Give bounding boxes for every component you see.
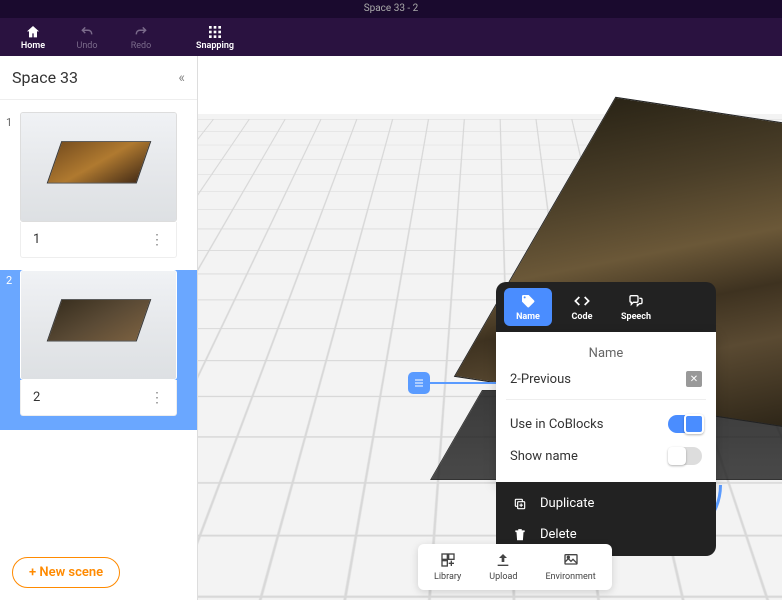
library-icon <box>440 552 456 570</box>
tab-code-label: Code <box>572 312 593 322</box>
tab-name[interactable]: Name <box>504 288 552 326</box>
selection-handle[interactable] <box>408 372 430 394</box>
sidebar-header: Space 33 « <box>0 56 197 100</box>
scene-list: 1 1 ⋮ 2 2 ⋮ <box>0 100 197 545</box>
home-label: Home <box>21 41 45 51</box>
use-coblocks-label: Use in CoBlocks <box>510 417 603 432</box>
environment-icon <box>563 552 579 570</box>
scene-index: 2 <box>6 274 12 287</box>
bottom-toolbar: Library Upload Environment <box>418 544 612 590</box>
sidebar: Space 33 « 1 1 ⋮ 2 2 ⋮ <box>0 56 198 600</box>
scene-label: 2 <box>33 390 40 405</box>
grid-icon <box>207 24 223 40</box>
use-coblocks-toggle[interactable] <box>668 415 702 433</box>
selection-connector <box>430 382 502 384</box>
scene-more-icon[interactable]: ⋮ <box>150 391 164 405</box>
duplicate-label: Duplicate <box>540 496 594 511</box>
scene-item-2[interactable]: 2 2 ⋮ <box>0 270 197 430</box>
scene-more-icon[interactable]: ⋮ <box>150 233 164 247</box>
duplicate-button[interactable]: Duplicate <box>496 488 716 519</box>
top-toolbar: Home Undo Redo Snapping <box>0 18 782 56</box>
context-tabs: Name Code Speech <box>496 282 716 332</box>
environment-button[interactable]: Environment <box>531 548 609 586</box>
clear-name-button[interactable]: ✕ <box>686 371 702 387</box>
home-button[interactable]: Home <box>6 18 60 56</box>
home-icon <box>25 24 41 40</box>
upload-button[interactable]: Upload <box>475 548 531 586</box>
tab-name-label: Name <box>516 312 540 322</box>
sidebar-title: Space 33 <box>12 68 78 87</box>
redo-label: Redo <box>131 41 152 51</box>
panel-title: Name <box>496 342 716 371</box>
scene-item-1[interactable]: 1 1 ⋮ <box>0 112 197 258</box>
redo-button[interactable]: Redo <box>114 18 168 56</box>
undo-button[interactable]: Undo <box>60 18 114 56</box>
library-button[interactable]: Library <box>420 548 475 586</box>
library-label: Library <box>434 572 461 582</box>
name-field[interactable]: 2-Previous <box>510 372 571 387</box>
snapping-button[interactable]: Snapping <box>188 18 242 56</box>
delete-label: Delete <box>540 527 577 542</box>
duplicate-icon <box>512 497 528 511</box>
upload-label: Upload <box>489 572 517 582</box>
scene-index: 1 <box>6 116 12 129</box>
show-name-label: Show name <box>510 449 578 464</box>
undo-label: Undo <box>76 41 97 51</box>
viewport[interactable]: Name Code Speech Name 2-Previous ✕ <box>198 56 782 600</box>
scene-thumbnail[interactable] <box>20 270 177 380</box>
context-panel: Name Code Speech Name 2-Previous ✕ <box>496 282 716 556</box>
name-panel: Name 2-Previous ✕ Use in CoBlocks Show n… <box>496 332 716 482</box>
window-title: Space 33 - 2 <box>0 0 782 18</box>
scene-bar: 1 ⋮ <box>20 222 177 258</box>
undo-icon <box>80 24 94 40</box>
scene-bar: 2 ⋮ <box>20 380 177 416</box>
upload-icon <box>495 552 511 570</box>
snapping-label: Snapping <box>196 41 234 51</box>
show-name-toggle[interactable] <box>668 447 702 465</box>
scene-thumbnail[interactable] <box>20 112 177 222</box>
tab-speech-label: Speech <box>621 312 651 322</box>
tab-code[interactable]: Code <box>558 288 606 326</box>
environment-label: Environment <box>545 572 595 582</box>
speech-icon <box>628 292 644 310</box>
collapse-button[interactable]: « <box>178 70 185 86</box>
tag-icon <box>520 292 536 310</box>
redo-icon <box>134 24 148 40</box>
code-icon <box>574 292 590 310</box>
new-scene-button[interactable]: + New scene <box>12 557 120 588</box>
scene-label: 1 <box>33 232 40 247</box>
trash-icon <box>512 528 528 542</box>
tab-speech[interactable]: Speech <box>612 288 660 326</box>
